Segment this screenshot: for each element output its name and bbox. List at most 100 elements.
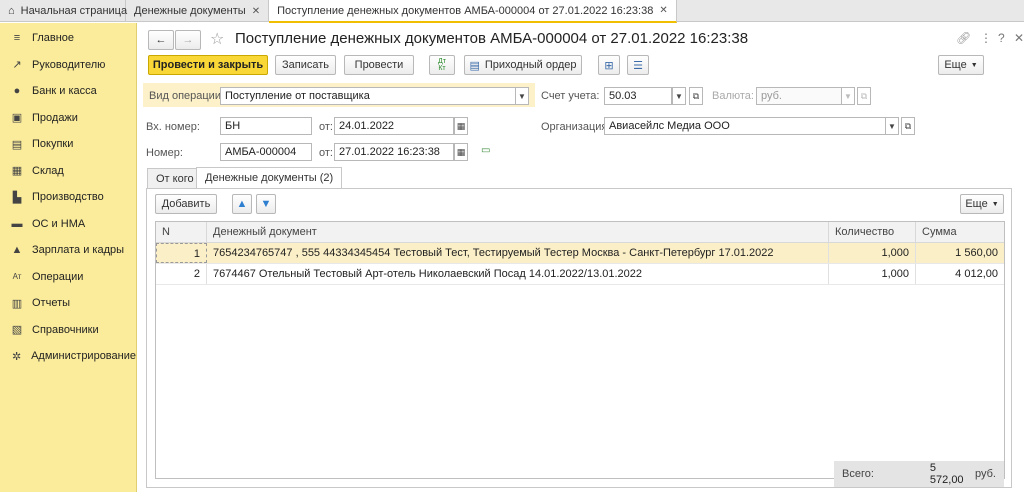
receipt-order-button[interactable]: ▤ Приходный ордер [464, 55, 582, 75]
sidebar-item-label: Администрирование [31, 350, 136, 363]
date-field[interactable]: 27.01.2022 16:23:38 [334, 143, 454, 161]
total-bar: Всего: 5 572,00 руб. [834, 461, 1004, 487]
dtkt-button[interactable]: Дт Кт [429, 55, 455, 75]
move-down-button[interactable]: ▼ [256, 194, 276, 214]
link-icon[interactable]: 🔗︎ [956, 31, 971, 45]
cell-document: 7654234765747 , 555 44334345454 Тестовый… [207, 243, 829, 263]
tab-money-documents[interactable]: Денежные документы ✕ [126, 0, 270, 22]
sidebar-item-bank[interactable]: ● Банк и касса [0, 78, 136, 105]
sidebar-item-reports[interactable]: ▥ Отчеты [0, 290, 136, 317]
number-field[interactable]: АМБА-000004 [220, 143, 312, 161]
total-label: Всего: [842, 468, 874, 480]
col-header-n[interactable]: N [156, 222, 207, 242]
operation-type-select[interactable]: Поступление от поставщика [220, 87, 516, 105]
col-header-quantity[interactable]: Количество [829, 222, 916, 242]
sidebar-item-sales[interactable]: ▣ Продажи [0, 105, 136, 132]
tab-home[interactable]: ⌂ Начальная страница [0, 0, 128, 22]
page-title: Поступление денежных документов АМБА-000… [235, 30, 749, 47]
sidebar-item-label: Склад [32, 164, 64, 177]
table-row[interactable]: 2 7674467 Отельный Тестовый Арт-отель Ни… [156, 264, 1004, 285]
open-icon: ⧉ [857, 87, 871, 105]
dtkt-icon: Дт Кт [438, 58, 446, 72]
chevron-down-icon: ▼ [991, 200, 999, 208]
cell-sum: 1 560,00 [955, 247, 998, 259]
sidebar-item-assets[interactable]: ▬ ОС и НМА [0, 211, 136, 238]
table-header: N Денежный документ Количество Сумма [156, 222, 1004, 243]
truck-icon: ▬ [11, 217, 23, 230]
sidebar-item-references[interactable]: ▧ Справочники [0, 317, 136, 344]
in-date-field[interactable]: 24.01.2022 [334, 117, 454, 135]
account-label: Счет учета: [541, 90, 600, 102]
tab-receipt-document-label: Поступление денежных документов АМБА-000… [277, 4, 654, 17]
arrow-right-icon: → [182, 34, 194, 46]
gear-icon: ✲ [11, 350, 22, 363]
in-date-label: от: [319, 121, 333, 133]
calendar-icon[interactable]: ▦ [454, 117, 468, 135]
close-icon[interactable]: ✕ [1014, 31, 1024, 45]
post-and-close-button[interactable]: Провести и закрыть [148, 55, 268, 75]
sidebar-item-admin[interactable]: ✲ Администрирование [0, 343, 136, 370]
chevron-down-icon[interactable]: ▼ [672, 87, 686, 105]
close-icon[interactable]: ✕ [252, 6, 260, 17]
move-up-button[interactable]: ▲ [232, 194, 252, 214]
printer-icon: ▤ [469, 59, 480, 72]
sidebar-item-label: Банк и касса [32, 85, 97, 98]
close-icon[interactable]: ✕ [659, 5, 667, 16]
factory-icon: ▙ [12, 191, 22, 204]
person-icon: ▲ [11, 244, 23, 257]
org-field[interactable]: Авиасейлс Медиа ООО [604, 117, 886, 135]
arrow-up-icon: ▲ [236, 198, 248, 210]
save-button[interactable]: Записать [275, 55, 336, 75]
sidebar-item-purchases[interactable]: ▤ Покупки [0, 131, 136, 158]
star-icon[interactable]: ☆ [210, 29, 224, 49]
add-button[interactable]: Добавить [155, 194, 217, 214]
chevron-down-icon: ▼ [841, 87, 855, 105]
sidebar-item-operations[interactable]: Ат Операции [0, 264, 136, 291]
sidebar: ≡ Главное ↗ Руководителю ● Банк и касса ▣ Пр… [0, 23, 137, 492]
sidebar-item-label: Продажи [32, 111, 78, 124]
open-icon[interactable]: ⧉ [689, 87, 703, 105]
forward-button[interactable]: → [175, 30, 201, 50]
table-more-label: Еще [965, 198, 988, 210]
in-number-label: Вх. номер: [146, 121, 200, 133]
tab-home-label: Начальная страница [20, 5, 128, 17]
sidebar-item-label: Отчеты [32, 297, 71, 310]
sidebar-item-main[interactable]: ≡ Главное [0, 25, 136, 52]
back-button[interactable]: ← [148, 30, 174, 50]
calendar-icon[interactable]: ▦ [454, 143, 468, 161]
cell-document: 7674467 Отельный Тестовый Арт-отель Нико… [207, 264, 829, 284]
sidebar-item-warehouse[interactable]: ▦ Склад [0, 158, 136, 185]
tab-from-whom[interactable]: От кого [147, 168, 203, 188]
chevron-down-icon[interactable]: ▼ [885, 117, 899, 135]
open-icon[interactable]: ⧉ [901, 117, 915, 135]
org-label: Организация: [541, 121, 611, 133]
tab-money-documents[interactable]: Денежные документы (2) [196, 167, 343, 188]
sidebar-item-label: Справочники [32, 323, 99, 336]
sidebar-item-salary[interactable]: ▲ Зарплата и кадры [0, 237, 136, 264]
col-header-document[interactable]: Денежный документ [207, 222, 829, 242]
currency-label: Валюта: [712, 90, 754, 102]
arrow-down-icon: ▼ [260, 198, 272, 210]
post-button[interactable]: Провести [344, 55, 414, 75]
number-edit-icon[interactable]: ▭ [481, 145, 490, 156]
sidebar-item-production[interactable]: ▙ Производство [0, 184, 136, 211]
sidebar-item-manager[interactable]: ↗ Руководителю [0, 52, 136, 79]
account-field[interactable]: 50.03 [604, 87, 672, 105]
number-label: Номер: [146, 147, 183, 159]
help-icon[interactable]: ? [998, 31, 1005, 45]
table-row[interactable]: 1 7654234765747 , 555 44334345454 Тестов… [156, 243, 1004, 264]
in-number-field[interactable]: БН [220, 117, 312, 135]
structure-button[interactable]: ⊞ [598, 55, 620, 75]
list-button[interactable]: ☰ [627, 55, 649, 75]
sidebar-item-label: ОС и НМА [32, 217, 86, 230]
tab-money-documents-label: Денежные документы [134, 5, 246, 17]
col-header-sum[interactable]: Сумма [916, 222, 1004, 242]
more-button[interactable]: Еще ▼ [938, 55, 984, 75]
tab-receipt-document[interactable]: Поступление денежных документов АМБА-000… [269, 0, 677, 23]
sidebar-item-label: Главное [32, 32, 75, 45]
warehouse-icon: ▦ [11, 165, 23, 178]
table-more-button[interactable]: Еще ▼ [960, 194, 1004, 214]
chevron-down-icon[interactable]: ▼ [515, 87, 529, 105]
more-label: Еще [944, 59, 967, 71]
kebab-menu-icon[interactable]: ⋮ [980, 31, 992, 45]
